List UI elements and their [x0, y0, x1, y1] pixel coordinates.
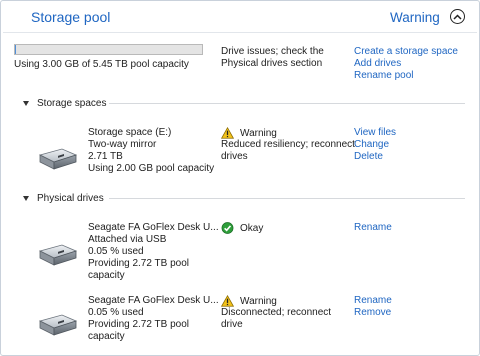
- storage-space-actions: View files Change Delete: [354, 127, 396, 163]
- add-drives-link[interactable]: Add drives: [354, 58, 458, 70]
- capacity-bar: [14, 44, 203, 55]
- storage-space-status: Warning Reduced resiliency; reconnect dr…: [221, 127, 355, 163]
- hard-drive-icon: [38, 239, 78, 269]
- warning-icon: [221, 127, 234, 139]
- status-label: Warning: [240, 295, 277, 307]
- drive-actions: Rename: [354, 222, 392, 234]
- drive-status: Okay: [221, 222, 263, 234]
- hard-drive-icon: [38, 309, 78, 339]
- checkmark-icon: [221, 222, 234, 234]
- status-detail: drives: [221, 151, 248, 162]
- drive-connection: Attached via USB: [88, 234, 167, 245]
- status-label: Okay: [240, 222, 264, 234]
- page-title: Storage pool: [31, 9, 111, 25]
- physical-drives-toggle[interactable]: Physical drives: [23, 193, 104, 204]
- expand-triangle-icon: [23, 101, 29, 106]
- drive-capacity: Providing 2.72 TB pool: [88, 258, 189, 269]
- pool-status-text: Warning: [390, 10, 440, 25]
- status-detail: Reduced resiliency; reconnect: [221, 139, 355, 150]
- storage-space-name: Storage space (E:): [88, 127, 172, 138]
- pool-summary-line: Physical drives section: [221, 58, 323, 69]
- capacity-text: Using 3.00 GB of 5.45 TB pool capacity: [14, 59, 189, 70]
- view-files-link[interactable]: View files: [354, 127, 396, 139]
- storage-space-details: Storage space (E:) Two-way mirror 2.71 T…: [88, 127, 214, 175]
- rename-pool-link[interactable]: Rename pool: [354, 70, 458, 82]
- chevron-up-icon: [453, 13, 462, 20]
- storage-space-usage: Using 2.00 GB pool capacity: [88, 163, 215, 174]
- status-label: Warning: [240, 127, 277, 139]
- drive-capacity: capacity: [88, 270, 125, 281]
- warning-icon: [221, 295, 234, 307]
- delete-link[interactable]: Delete: [354, 151, 396, 163]
- remove-drive-link[interactable]: Remove: [354, 307, 392, 319]
- pool-actions: Create a storage space Add drives Rename…: [354, 46, 458, 82]
- drive-name: Seagate FA GoFlex Desk U...: [88, 295, 219, 306]
- collapse-button[interactable]: [450, 9, 465, 24]
- pool-summary-line: Drive issues; check the: [221, 46, 324, 57]
- section-divider: [109, 198, 465, 199]
- drive-capacity: Providing 2.72 TB pool: [88, 319, 189, 330]
- section-divider: [109, 103, 465, 104]
- storage-pool-panel: Storage pool Warning Using 3.00 GB of 5.…: [0, 0, 480, 356]
- status-detail: Disconnected; reconnect: [221, 307, 332, 318]
- status-detail: drive: [221, 319, 243, 330]
- storage-space-type: Two-way mirror: [88, 139, 157, 150]
- drive-used: 0.05 % used: [88, 246, 144, 257]
- expand-triangle-icon: [23, 196, 29, 201]
- rename-drive-link[interactable]: Rename: [354, 295, 392, 307]
- hard-drive-icon: [38, 143, 78, 173]
- drive-details: Seagate FA GoFlex Desk U... 0.05 % used …: [88, 295, 219, 343]
- header-divider: [3, 32, 477, 33]
- drive-status: Warning Disconnected; reconnect drive: [221, 295, 331, 331]
- drive-name: Seagate FA GoFlex Desk U...: [88, 222, 219, 233]
- section-title: Physical drives: [37, 193, 104, 204]
- rename-drive-link[interactable]: Rename: [354, 222, 392, 234]
- storage-space-size: 2.71 TB: [88, 151, 123, 162]
- section-title: Storage spaces: [37, 98, 107, 109]
- drive-details: Seagate FA GoFlex Desk U... Attached via…: [88, 222, 219, 282]
- drive-capacity: capacity: [88, 331, 125, 342]
- change-link[interactable]: Change: [354, 139, 396, 151]
- drive-actions: Rename Remove: [354, 295, 392, 319]
- drive-used: 0.05 % used: [88, 307, 144, 318]
- pool-summary: Drive issues; check the Physical drives …: [221, 46, 341, 70]
- create-storage-space-link[interactable]: Create a storage space: [354, 46, 458, 58]
- storage-spaces-toggle[interactable]: Storage spaces: [23, 98, 107, 109]
